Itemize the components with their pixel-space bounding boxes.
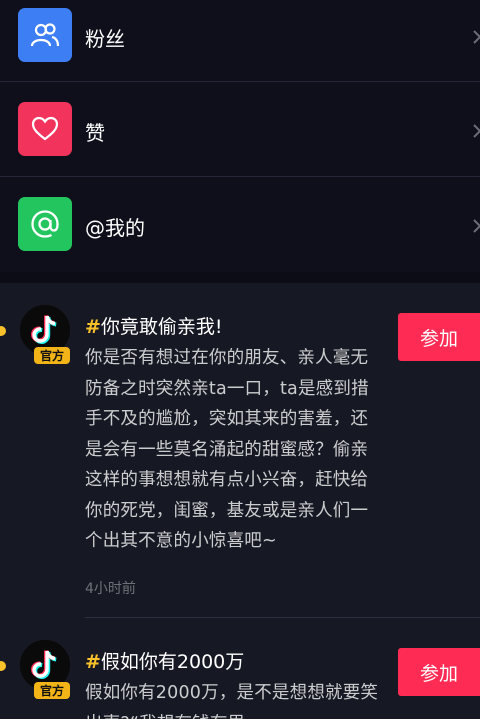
topic-title-text: 你竟敢偷亲我! — [100, 316, 223, 338]
chevron-right-icon — [473, 30, 480, 44]
avatar[interactable]: 官方 — [20, 305, 70, 364]
hashtag-symbol: # — [85, 316, 101, 338]
divider — [0, 81, 480, 82]
topic-title[interactable]: #假如你有2000万 — [85, 647, 244, 674]
topic-card[interactable]: 官方 #你竟敢偷亲我! 你是否有想过在你的朋友、亲人毫无防备之时突然亲ta一口，… — [0, 283, 480, 618]
topic-title[interactable]: #你竟敢偷亲我! — [85, 312, 223, 339]
join-button[interactable]: 参加 — [398, 313, 480, 361]
menu-item-label: @我的 — [85, 216, 145, 240]
menu-item-mentions[interactable]: @我的 — [0, 189, 480, 283]
menu-item-likes[interactable]: 赞 — [0, 94, 480, 188]
divider — [0, 176, 480, 177]
notification-menu: 粉丝 赞 @我的 — [0, 0, 480, 272]
topic-description: 假如你有2000万，是不是想想就要笑出声?“我想有钱有思 — [85, 683, 379, 719]
topic-timestamp: 4小时前 — [85, 581, 136, 597]
menu-item-label: 粉丝 — [85, 27, 125, 51]
fans-icon — [18, 8, 72, 62]
unread-dot — [0, 661, 6, 671]
topic-card[interactable]: 官方 #假如你有2000万 假如你有2000万，是不是想想就要笑出声?“我想有钱… — [0, 618, 480, 719]
join-button[interactable]: 参加 — [398, 648, 480, 696]
official-badge: 官方 — [34, 682, 70, 699]
official-badge: 官方 — [34, 347, 70, 364]
topic-title-text: 假如你有2000万 — [100, 651, 245, 673]
section-separator — [0, 272, 480, 283]
at-icon — [18, 197, 72, 251]
unread-dot — [0, 326, 6, 336]
hashtag-symbol: # — [85, 651, 101, 673]
topic-description: 你是否有想过在你的朋友、亲人毫无防备之时突然亲ta一口，ta是感到措手不及的尴尬… — [85, 348, 369, 551]
heart-icon — [18, 102, 72, 156]
avatar[interactable]: 官方 — [20, 640, 70, 699]
menu-item-fans[interactable]: 粉丝 — [0, 0, 480, 94]
menu-item-label: 赞 — [85, 121, 105, 145]
chevron-right-icon — [473, 124, 480, 138]
chevron-right-icon — [473, 219, 480, 233]
